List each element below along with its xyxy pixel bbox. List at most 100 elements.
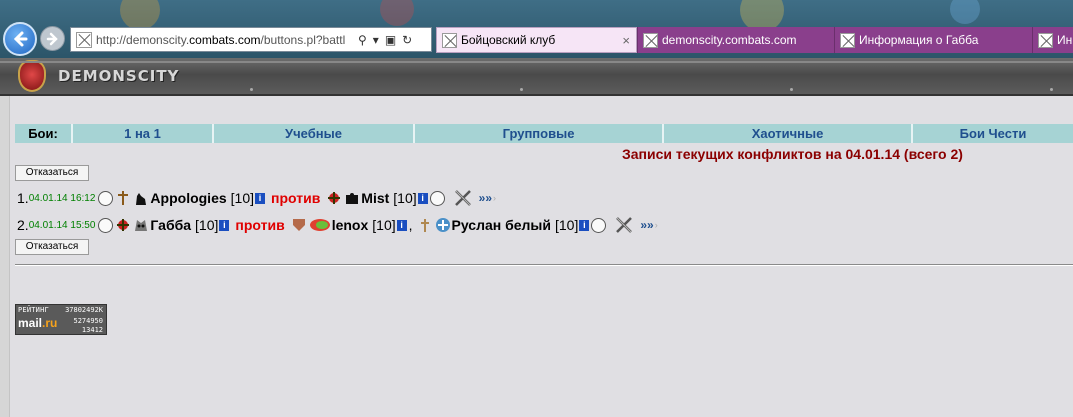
clan-puzzle-icon [344, 190, 360, 206]
align-cross-icon [417, 217, 433, 233]
site-logo: DEMONSCITY [58, 67, 180, 85]
align-shield-icon [291, 217, 307, 233]
rivet [1050, 88, 1053, 91]
background-decoration [380, 0, 414, 26]
fight-select-radio[interactable] [429, 190, 445, 206]
page-icon [643, 32, 658, 48]
fight-time: 04.01.14 16:12 [28, 192, 96, 204]
refuse-button[interactable]: Отказаться [15, 239, 89, 255]
tab[interactable]: Ин [1032, 27, 1073, 53]
address-url[interactable]: http://demonscity.combats.com/buttons.pl… [96, 33, 354, 47]
player-name[interactable]: lenox [332, 217, 369, 233]
counter-value-top: 37802492K [65, 306, 103, 314]
page-icon [1038, 32, 1053, 48]
fight-time: 04.01.14 15:50 [28, 219, 96, 231]
fight-select-radio[interactable] [98, 217, 114, 233]
counter-value: 5274950 [73, 317, 103, 325]
rivet [790, 88, 793, 91]
logo-text: mail [18, 316, 43, 330]
player-level: [10] [372, 217, 396, 233]
rivet [250, 88, 253, 91]
address-bar[interactable]: http://demonscity.combats.com/buttons.pl… [70, 27, 432, 52]
tab[interactable]: Информация о Габба [834, 27, 1032, 53]
background-decoration [120, 0, 160, 30]
versus-label: против [235, 217, 285, 233]
fight-number: 1. [17, 190, 29, 206]
crossed-swords-icon [615, 216, 633, 234]
player-level: [10] [230, 190, 255, 206]
fight-details-link[interactable]: »» [479, 191, 492, 205]
tab[interactable]: demonscity.combats.com [637, 27, 834, 53]
info-icon[interactable]: i [396, 219, 407, 231]
info-icon[interactable]: i [219, 219, 230, 231]
counter-title: РЕЙТИНГ [18, 306, 49, 314]
counter-value: 2492K [81, 306, 103, 314]
close-icon[interactable]: × [622, 33, 630, 48]
link-arrow-icon: › [654, 220, 658, 230]
info-icon[interactable]: i [417, 192, 428, 204]
tab-label: Бойцовский клуб [461, 33, 556, 47]
player-level: [10] [555, 217, 579, 233]
compatibility-icon[interactable]: ▣ [385, 33, 396, 47]
divider [15, 264, 1073, 266]
forward-button[interactable] [40, 26, 65, 51]
player-name[interactable]: Mist [361, 190, 389, 206]
tab-1on1[interactable]: 1 на 1 [73, 124, 214, 143]
tab-label: demonscity.combats.com [662, 33, 797, 47]
rating-counter[interactable]: РЕЙТИНГ 37802492K mail.ru 5274950 13412 [15, 304, 107, 335]
crossed-swords-icon [454, 189, 472, 207]
fight-row: 2. 04.01.14 15:50 Габба [10] i против le… [17, 215, 658, 235]
separator: , [408, 217, 413, 233]
tab-chaotic[interactable]: Хаотичные [664, 124, 913, 143]
left-edge-strip [0, 96, 10, 417]
refresh-icon[interactable]: ↻ [402, 33, 412, 47]
shield-emblem-icon [18, 60, 46, 92]
back-button[interactable] [3, 22, 37, 56]
counter-value: 3780 [65, 306, 82, 314]
tab-group[interactable]: Групповые [415, 124, 664, 143]
browser-chrome: http://demonscity.combats.com/buttons.pl… [0, 0, 1073, 58]
fight-row: 1. 04.01.14 16:12 Appologies [10] i прот… [17, 188, 496, 208]
refuse-button[interactable]: Отказаться [15, 165, 89, 181]
info-icon[interactable]: i [579, 219, 590, 231]
tab-label: Информация о Габба [859, 33, 979, 47]
mailru-logo: mail.ru [18, 316, 57, 330]
dropdown-icon[interactable]: ▾ [373, 33, 379, 47]
fight-category-bar: Бои: 1 на 1 Учебные Групповые Хаотичные … [15, 124, 1073, 143]
site-header: DEMONSCITY [0, 58, 1073, 96]
align-icon [115, 190, 131, 206]
rivet [520, 88, 523, 91]
background-decoration [950, 0, 980, 24]
align-demon-icon [326, 190, 342, 206]
tab-training[interactable]: Учебные [214, 124, 415, 143]
url-prefix: http://demonscity. [96, 32, 190, 47]
versus-label: против [271, 190, 321, 206]
page-icon [442, 32, 457, 48]
align-demon-icon [115, 217, 131, 233]
clan-mask-icon [133, 217, 149, 233]
info-icon[interactable]: i [255, 192, 266, 204]
player-name[interactable]: Габба [150, 217, 191, 233]
search-icon[interactable]: ⚲ [358, 33, 367, 47]
logo-text: .ru [42, 316, 58, 330]
url-suffix: /buttons.pl?battl [260, 32, 346, 47]
player-name[interactable]: Руслан белый [452, 217, 551, 233]
arrow-left-icon [13, 31, 28, 47]
clan-emblem-icon [435, 217, 451, 233]
page-icon [76, 31, 92, 48]
tab-label: Ин [1057, 33, 1073, 47]
player-name[interactable]: Appologies [150, 190, 226, 206]
records-title: Записи текущих конфликтов на 04.01.14 (в… [622, 146, 963, 162]
fight-select-radio[interactable] [591, 217, 607, 233]
page-icon [840, 32, 855, 48]
fight-select-radio[interactable] [98, 190, 114, 206]
fight-number: 2. [17, 217, 29, 233]
tab-honor[interactable]: Бои Чести [913, 124, 1073, 143]
url-domain: combats.com [189, 32, 261, 47]
fight-details-link[interactable]: »» [640, 218, 653, 232]
tab-active[interactable]: Бойцовский клуб × [436, 27, 637, 53]
fight-bar-label: Бои: [15, 124, 73, 143]
clan-rainbow-icon [309, 217, 331, 233]
link-arrow-icon: › [493, 193, 497, 203]
clan-cat-icon [133, 190, 149, 206]
